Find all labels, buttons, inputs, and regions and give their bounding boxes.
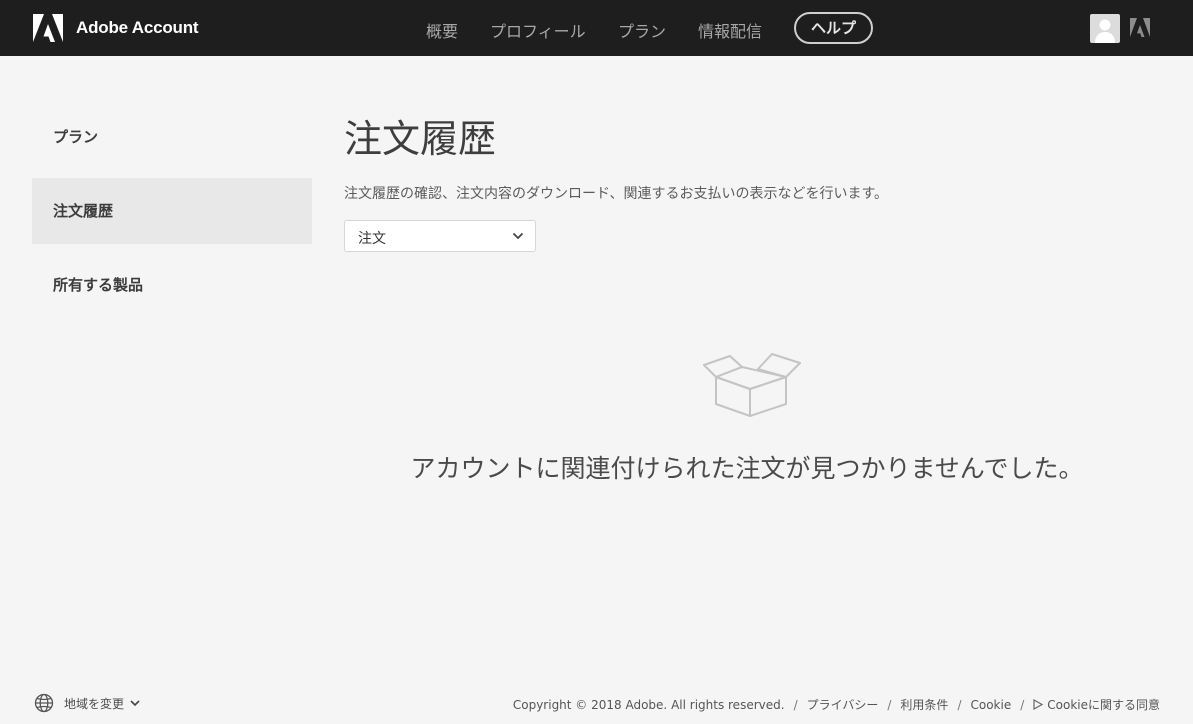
separator: / (793, 697, 798, 712)
change-region-button[interactable]: 地域を変更 (34, 693, 140, 713)
globe-icon (34, 693, 54, 713)
top-navigation-bar: Adobe Account 概要 プロフィール プラン 情報配信 ヘルプ (0, 0, 1193, 56)
sidebar-item-plan[interactable]: プラン (32, 104, 312, 170)
nav-communications[interactable]: 情報配信 (698, 18, 762, 42)
main-nav: 概要 プロフィール プラン 情報配信 ヘルプ (0, 0, 1193, 56)
play-icon (1033, 699, 1044, 710)
empty-state-message: アカウントに関連付けられた注文が見つかりませんでした。 (410, 454, 1084, 483)
user-avatar-icon (1095, 19, 1115, 43)
separator: / (1020, 697, 1025, 712)
sidebar-item-label: 注文履歴 (53, 202, 114, 220)
cookie-consent-label: Cookieに関する同意 (1047, 698, 1160, 712)
footer-links: Copyright © 2018 Adobe. All rights reser… (513, 696, 1160, 713)
copyright-text: Copyright © 2018 Adobe. All rights reser… (512, 697, 785, 712)
region-label: 地域を変更 (64, 696, 125, 711)
separator: / (887, 697, 892, 712)
sidebar-item-label: プラン (53, 128, 99, 146)
nav-overview[interactable]: 概要 (426, 18, 458, 42)
footer-link-cookie[interactable]: Cookie (970, 698, 1011, 712)
adobe-mini-icon[interactable] (1130, 18, 1150, 37)
order-type-select[interactable]: 注文 (344, 220, 536, 252)
separator: / (957, 697, 962, 712)
nav-plan[interactable]: プラン (618, 18, 666, 42)
nav-profile[interactable]: プロフィール (490, 18, 586, 42)
sidebar-item-owned-products[interactable]: 所有する製品 (32, 252, 312, 318)
footer-link-cookie-consent[interactable]: Cookieに関する同意 (1033, 696, 1160, 713)
select-value: 注文 (358, 231, 386, 247)
footer-link-terms[interactable]: 利用条件 (900, 696, 948, 713)
help-button[interactable]: ヘルプ (794, 12, 873, 44)
chevron-down-icon (130, 700, 140, 707)
sidebar-item-label: 所有する製品 (53, 276, 144, 294)
chevron-down-icon (512, 232, 524, 240)
page-title: 注文履歴 (344, 117, 497, 161)
footer-link-privacy[interactable]: プライバシー (807, 696, 879, 713)
empty-box-icon (703, 353, 801, 417)
user-avatar-button[interactable] (1090, 14, 1120, 43)
sidebar-item-order-history[interactable]: 注文履歴 (32, 178, 312, 244)
page-description: 注文履歴の確認、注文内容のダウンロード、関連するお支払いの表示などを行います。 (344, 186, 889, 202)
